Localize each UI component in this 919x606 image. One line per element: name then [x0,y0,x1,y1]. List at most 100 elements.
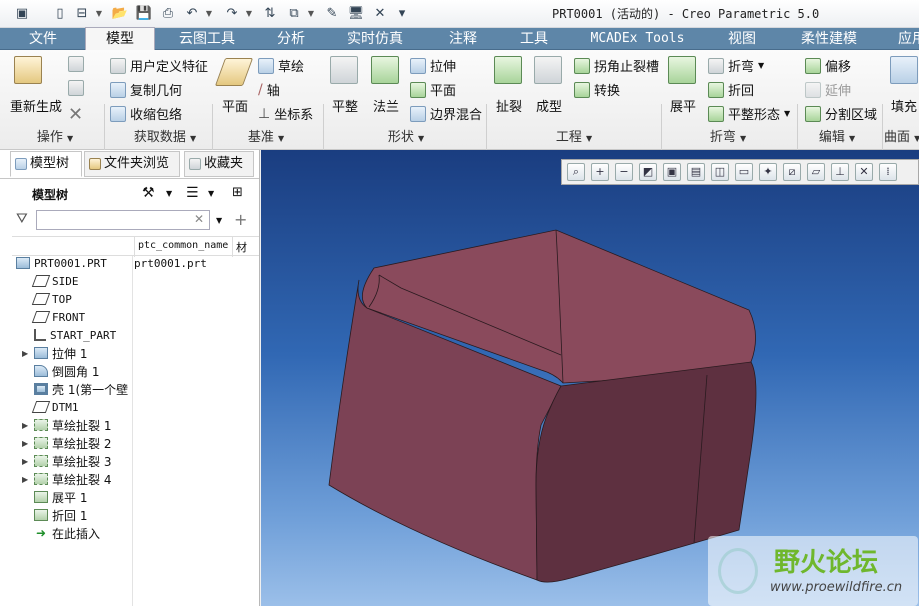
group-engineering[interactable]: 工程 ▼ [544,128,604,148]
annotation-display-icon[interactable]: ▱ [807,163,825,181]
fill-button[interactable]: 填充 [891,96,917,115]
tab-analysis[interactable]: 分析 [260,28,322,50]
tab-mcadex-tools[interactable]: MCADEx Tools [575,28,700,50]
repaint-icon[interactable]: ◩ [639,163,657,181]
fill-button-icon[interactable] [890,56,918,84]
group-editing[interactable]: 编辑 ▼ [812,128,862,148]
flange-button[interactable]: 法兰 [373,96,399,115]
split-area-button[interactable]: 分割区域 [805,104,877,123]
settings-icon[interactable]: ⚒ [142,185,155,201]
form-button[interactable]: 成型 [536,96,562,115]
tab-simulation[interactable]: 实时仿真 [330,28,420,50]
flatten-form-button[interactable]: 平整形态 ▼ [708,104,790,123]
expand-icon[interactable]: ▶ [22,439,30,448]
tree-root[interactable]: PRT0001.PRT [16,254,107,272]
tree-item-extrude[interactable]: ▶ 拉伸 1 [22,344,87,362]
brush-icon[interactable]: ✎ [322,3,342,23]
column-material[interactable]: 材 [236,239,247,255]
unbend-button[interactable]: 展平 [670,96,696,115]
planar-button[interactable]: 平面 [410,80,456,99]
tab-applications[interactable]: 应用 [882,28,919,50]
undo-icon[interactable]: ↶ [182,3,202,23]
rip-button[interactable]: 扯裂 [496,96,522,115]
regenerate-button[interactable]: 重新生成 [10,96,62,115]
show-icon[interactable]: ☰ [186,185,199,201]
user-defined-feature-button[interactable]: 用户定义特征 [110,56,208,75]
convert-button[interactable]: 转换 [574,80,620,99]
zoom-out-icon[interactable]: − [615,163,633,181]
sketch-button[interactable]: 草绘 [258,56,304,75]
chevron-down-icon[interactable]: ▼ [244,3,254,23]
extrude-button[interactable]: 拉伸 [410,56,456,75]
flat-button[interactable]: 平整 [332,96,358,115]
offset-button[interactable]: 偏移 [805,56,851,75]
tab-file[interactable]: 文件 [12,28,74,50]
filter-tree-icon[interactable]: ⊞ [232,185,243,200]
tab-annotate[interactable]: 注释 [428,28,498,50]
tab-flexible-modeling[interactable]: 柔性建模 [784,28,874,50]
plane-button-icon[interactable] [214,58,254,86]
rip-button-icon[interactable] [494,56,522,84]
corner-relief-button[interactable]: 拐角止裂槽 [574,56,659,75]
view-manager-icon[interactable]: ◫ [711,163,729,181]
refit-icon[interactable]: ⌕ [567,163,585,181]
bend-back-button[interactable]: 折回 [708,80,754,99]
chevron-down-icon[interactable]: ▼ [166,189,172,198]
search-input[interactable] [36,210,210,230]
csys-button[interactable]: ⊥ 坐标系 [258,104,313,124]
plane-button[interactable]: 平面 [222,96,248,115]
tree-item-round[interactable]: 倒圆角 1 [22,362,99,380]
tree-item-start-part[interactable]: START_PART [22,326,116,344]
close-window-icon[interactable]: ✕ [370,3,390,23]
graphics-viewport[interactable]: ⌕ + − ◩ ▣ ▤ ◫ ▭ ✦ ⧄ ▱ ⊥ ✕ ⁞ 野火论坛 www.pro… [261,150,919,606]
flange-button-icon[interactable] [371,56,399,84]
customize-icon[interactable]: ▾ [396,3,408,23]
expand-icon[interactable]: ▶ [22,421,30,430]
point-display-icon[interactable]: ✕ [855,163,873,181]
monitor-icon[interactable]: 🖥 [346,3,366,23]
form-button-icon[interactable] [534,56,562,84]
chevron-down-icon[interactable]: ▼ [208,189,214,198]
chevron-down-icon[interactable]: ▼ [216,216,222,225]
new-icon[interactable]: ▯ [50,3,70,23]
spin-center-icon[interactable]: ✦ [759,163,777,181]
open-window-icon[interactable]: ⊟ [72,3,92,23]
expand-icon[interactable]: ▶ [22,457,30,466]
bend-button[interactable]: 折弯 ▼ [708,56,764,75]
tab-view[interactable]: 视图 [706,28,778,50]
tab-cloud-tools[interactable]: 云图工具 [162,28,252,50]
tab-favorites[interactable]: 收藏夹 [184,151,254,177]
delete-icon[interactable]: ✕ [68,104,83,125]
perspective-icon[interactable]: ▭ [735,163,753,181]
group-datum[interactable]: 基准 ▼ [236,128,296,148]
boundary-blend-button[interactable]: 边界混合 [410,104,482,123]
save-icon[interactable]: 💾 [134,3,154,23]
tree-item-sketched-rip-3[interactable]: ▶ 草绘扯裂 3 [22,452,111,470]
tab-folder-browser[interactable]: 文件夹浏览 [84,151,180,177]
chevron-down-icon[interactable]: ▼ [204,3,214,23]
open-icon[interactable]: 📂 [110,3,130,23]
tree-item-side[interactable]: SIDE [22,272,79,290]
window-icon[interactable]: ⧉ [284,3,304,23]
group-operations[interactable]: 操作 ▼ [20,128,90,148]
tree-item-top[interactable]: TOP [22,290,72,308]
zoom-in-icon[interactable]: + [591,163,609,181]
flat-button-icon[interactable] [330,56,358,84]
tree-item-front[interactable]: FRONT [22,308,85,326]
add-icon[interactable]: + [234,210,247,229]
regenerate-button-icon[interactable] [14,56,42,84]
group-get-data[interactable]: 获取数据 ▼ [120,128,210,148]
tree-item-insert-here[interactable]: 在此插入 [22,524,100,542]
axis-display-icon[interactable]: ⁞ [879,163,897,181]
tab-tools[interactable]: 工具 [500,28,568,50]
extend-button[interactable]: 延伸 [805,80,851,99]
group-shapes[interactable]: 形状 ▼ [376,128,436,148]
saved-orientations-icon[interactable]: ▤ [687,163,705,181]
tree-item-sketched-rip-1[interactable]: ▶ 草绘扯裂 1 [22,416,111,434]
chevron-down-icon[interactable]: ▼ [94,3,104,23]
tab-model[interactable]: 模型 [85,27,155,51]
shrinkwrap-button[interactable]: 收缩包络 [110,104,182,123]
expand-icon[interactable]: ▶ [22,349,30,358]
chevron-down-icon[interactable]: ▼ [306,3,316,23]
datum-display-icon[interactable]: ⧄ [783,163,801,181]
